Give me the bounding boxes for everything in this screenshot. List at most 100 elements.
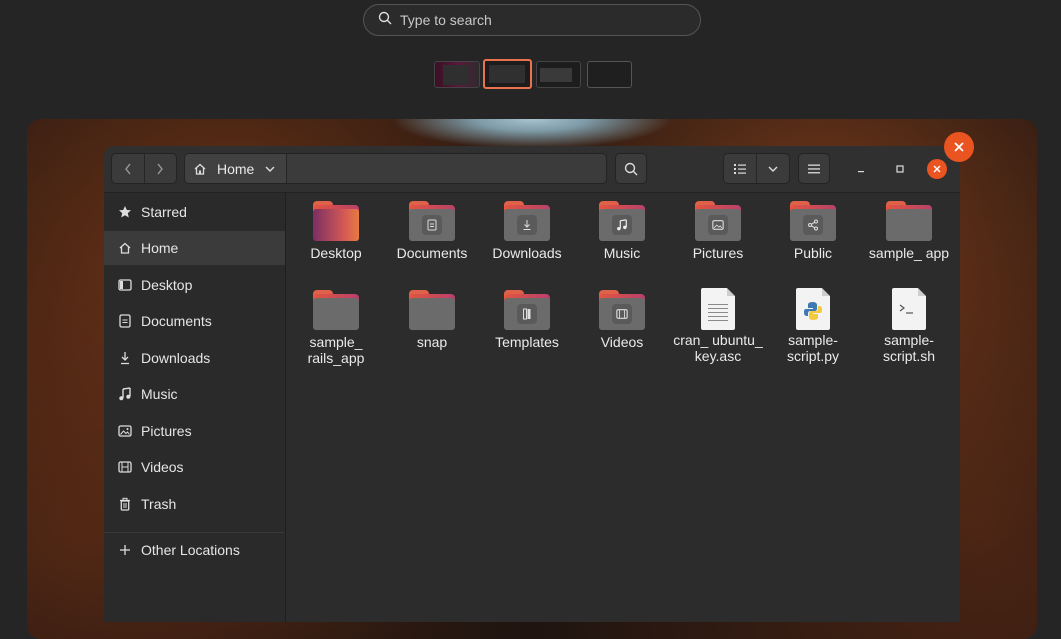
desktop-folder-icon [313, 201, 359, 241]
star-icon [118, 205, 132, 219]
file-label: sample- script.sh [882, 332, 936, 364]
sidebar-item-documents[interactable]: Documents [104, 304, 285, 338]
chevron-down-icon [768, 166, 778, 172]
trash-icon [118, 497, 132, 511]
file-label: Music [603, 245, 641, 261]
overview-search-input[interactable]: Type to search [363, 4, 701, 36]
minimize-icon [858, 171, 864, 173]
file-item-videos[interactable]: Videos [576, 290, 668, 350]
file-label: Public [793, 245, 833, 261]
chevron-right-icon [157, 163, 164, 174]
hamburger-menu-icon [808, 164, 820, 173]
file-label: snap [416, 334, 448, 350]
music-folder-icon [599, 201, 645, 241]
file-item-sample-app[interactable]: sample_ app [863, 201, 955, 261]
python-file-icon [796, 288, 830, 330]
sidebar-item-home[interactable]: Home [104, 231, 285, 265]
file-label: Desktop [310, 245, 362, 261]
file-item-snap[interactable]: snap [386, 290, 478, 350]
file-item-sample-rails-app[interactable]: sample_ rails_app [290, 290, 382, 366]
file-item-sample-script-sh[interactable]: sample- script.sh [863, 288, 955, 364]
sidebar-item-label: Pictures [141, 423, 192, 439]
file-label: Videos [600, 334, 644, 350]
file-view[interactable]: Desktop Documents Downloads Music Pictur… [286, 193, 960, 622]
file-label: cran_ ubuntu_ key.asc [673, 332, 763, 364]
plus-icon [118, 543, 132, 557]
file-label: Documents [396, 245, 468, 261]
path-label: Home [217, 160, 255, 177]
folder-icon [313, 290, 359, 330]
file-label: Templates [495, 334, 559, 350]
sidebar-item-pictures[interactable]: Pictures [104, 414, 285, 448]
search-button[interactable] [615, 153, 647, 184]
close-icon [933, 165, 941, 173]
workspace-thumbnail-1[interactable] [434, 61, 480, 88]
picture-icon [118, 424, 132, 438]
file-label: sample_ rails_app [307, 334, 365, 366]
sidebar-item-starred[interactable]: Starred [104, 195, 285, 229]
share-icon [808, 219, 818, 231]
file-item-pictures[interactable]: Pictures [672, 201, 764, 261]
file-label: sample_ app [868, 245, 950, 261]
text-file-icon [701, 288, 735, 330]
file-item-sample-script-py[interactable]: sample- script.py [767, 288, 859, 364]
workspace-thumbnail-4[interactable] [587, 61, 632, 88]
folder-icon [409, 290, 455, 330]
sidebar-item-downloads[interactable]: Downloads [104, 341, 285, 375]
file-item-music[interactable]: Music [576, 201, 668, 261]
list-view-button[interactable] [724, 154, 756, 183]
sidebar-item-label: Videos [141, 459, 184, 475]
shell-script-icon [892, 288, 926, 330]
overview-close-window-button[interactable] [944, 132, 974, 162]
desktop-icon [118, 278, 132, 292]
sidebar-item-label: Downloads [141, 350, 211, 366]
file-item-desktop[interactable]: Desktop [290, 201, 382, 261]
navigation-buttons [111, 153, 177, 184]
videos-folder-icon [599, 290, 645, 330]
file-item-public[interactable]: Public [767, 201, 859, 261]
sidebar-item-desktop[interactable]: Desktop [104, 268, 285, 302]
file-item-templates[interactable]: Templates [481, 290, 573, 350]
list-view-icon [734, 163, 746, 174]
view-options-button[interactable] [756, 154, 789, 183]
sidebar: Starred Home Desktop Documents Downloads… [104, 193, 286, 622]
path-bar[interactable]: Home [184, 153, 607, 184]
sidebar-item-label: Desktop [141, 277, 193, 293]
workspace-thumbnail-3[interactable] [536, 61, 581, 88]
file-item-downloads[interactable]: Downloads [481, 201, 573, 261]
documents-folder-icon [409, 201, 455, 241]
view-buttons [723, 153, 790, 184]
sidebar-item-trash[interactable]: Trash [104, 487, 285, 521]
sidebar-item-label: Other Locations [141, 542, 240, 558]
video-icon [118, 460, 132, 474]
sidebar-item-music[interactable]: Music [104, 377, 285, 411]
back-button[interactable] [112, 154, 144, 183]
close-icon [954, 142, 964, 152]
folder-icon [886, 201, 932, 241]
sidebar-item-label: Starred [141, 204, 187, 220]
sidebar-item-label: Documents [141, 313, 212, 329]
maximize-button[interactable] [889, 158, 911, 180]
path-segment-home[interactable]: Home [185, 154, 288, 183]
sidebar-item-other-locations[interactable]: Other Locations [104, 533, 285, 567]
file-item-cran-ubuntu-key[interactable]: cran_ ubuntu_ key.asc [672, 288, 764, 364]
forward-button[interactable] [143, 154, 177, 183]
file-label: Pictures [692, 245, 744, 261]
minimize-button[interactable] [850, 158, 872, 180]
template-icon [523, 308, 531, 320]
sidebar-item-label: Trash [141, 496, 177, 512]
sidebar-item-videos[interactable]: Videos [104, 450, 285, 484]
search-icon [378, 11, 392, 30]
public-folder-icon [790, 201, 836, 241]
main-menu-button[interactable] [798, 153, 830, 184]
chevron-left-icon [124, 163, 131, 174]
music-icon [118, 387, 132, 401]
file-manager-window[interactable]: Home Starred Home Desktop Documents Down… [104, 146, 960, 622]
file-item-documents[interactable]: Documents [386, 201, 478, 261]
home-icon [194, 163, 206, 175]
home-icon [118, 241, 132, 255]
sidebar-item-label: Home [141, 240, 179, 256]
workspace-thumbnail-2[interactable] [483, 59, 532, 89]
chevron-down-icon [265, 166, 275, 172]
close-window-button[interactable] [927, 159, 947, 179]
